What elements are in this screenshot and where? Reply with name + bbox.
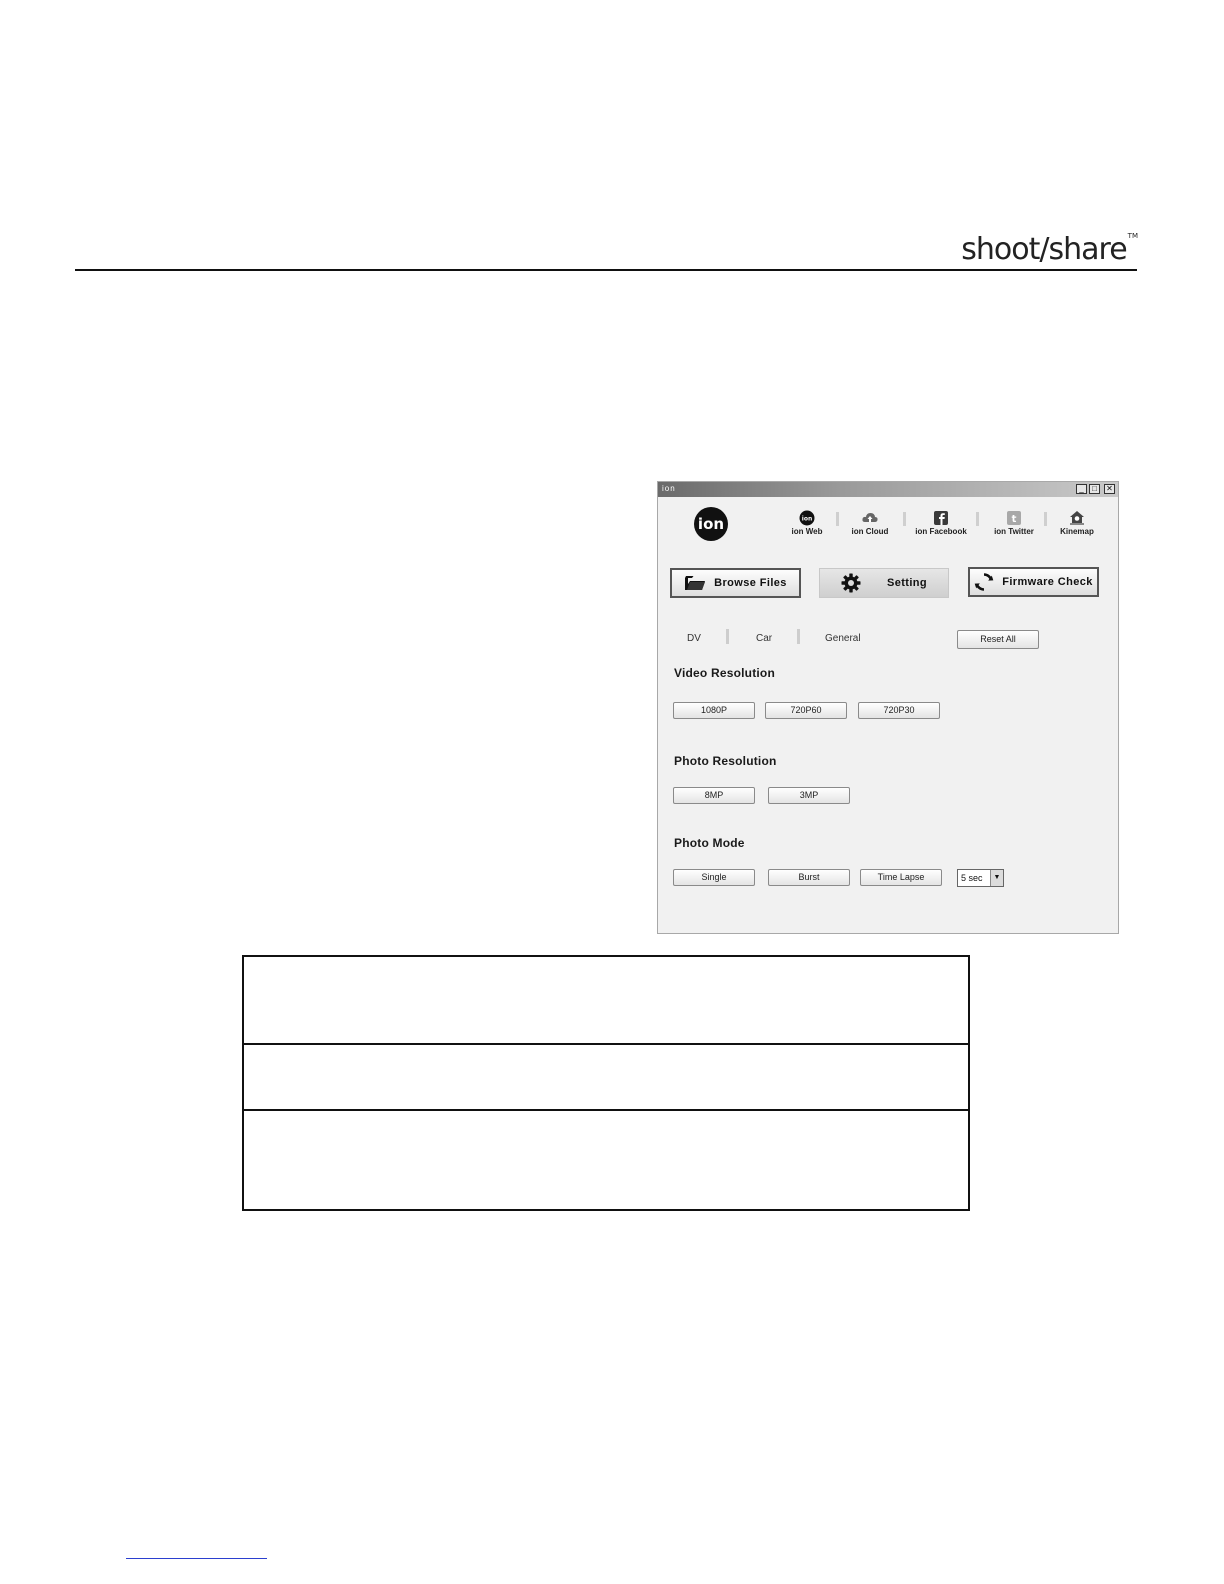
minimize-button[interactable]: _ [1076,484,1087,494]
link-label: Kinemap [1060,527,1094,536]
header-rule [75,269,1137,271]
brand-logo: shoot/shareTM [961,232,1138,267]
firmware-check-button[interactable]: Firmware Check [968,567,1099,597]
tab-separator [726,629,729,644]
app-window: ion _ □ ✕ ion ion ion Web ion Cloud ion … [657,481,1119,934]
folder-icon [685,576,706,590]
kinemap-icon [1070,511,1084,525]
tab-general[interactable]: General [825,633,861,644]
photo-3mp-button[interactable]: 3MP [768,787,850,804]
browse-files-button[interactable]: Browse Files [670,568,801,598]
facebook-icon [934,511,948,525]
resolution-720p30-button[interactable]: 720P30 [858,702,940,719]
resolution-1080p-button[interactable]: 1080P [673,702,755,719]
link-label: ion Twitter [994,527,1034,536]
title-bar[interactable]: ion _ □ ✕ [658,482,1118,497]
footer-link-underline [126,1558,267,1559]
link-label: ion Facebook [915,527,967,536]
link-ion-twitter[interactable]: t ion Twitter [979,510,1049,536]
resolution-720p60-button[interactable]: 720P60 [765,702,847,719]
setting-label: Setting [886,577,928,589]
svg-text:ion: ion [802,516,812,523]
ion-logo: ion [694,507,728,541]
link-label: ion Cloud [851,527,889,536]
link-ion-web[interactable]: ion ion Web [772,510,842,536]
mode-single-button[interactable]: Single [673,869,755,886]
table-row [244,957,968,1045]
video-resolution-heading: Video Resolution [674,666,775,680]
table-row [244,1043,968,1111]
gear-icon [841,573,861,593]
link-label: ion Web [791,527,823,536]
trademark-mark: TM [1127,232,1138,240]
link-ion-cloud[interactable]: ion Cloud [835,510,905,536]
window-title: ion [662,484,676,493]
firmware-check-label: Firmware Check [1002,576,1093,588]
info-table [242,955,970,1211]
interval-select[interactable]: 5 sec ▼ [957,869,1004,887]
photo-mode-heading: Photo Mode [674,836,745,850]
link-kinemap[interactable]: Kinemap [1042,510,1112,536]
tab-dv[interactable]: DV [687,633,701,644]
photo-8mp-button[interactable]: 8MP [673,787,755,804]
cloud-upload-icon [862,513,878,522]
mode-time-lapse-button[interactable]: Time Lapse [860,869,942,886]
setting-button[interactable]: Setting [819,568,949,598]
browse-files-label: Browse Files [714,577,787,589]
link-ion-facebook[interactable]: ion Facebook [906,510,976,536]
svg-text:t: t [1012,514,1017,525]
photo-resolution-heading: Photo Resolution [674,754,777,768]
close-button[interactable]: ✕ [1104,484,1115,494]
twitter-icon: t [1007,511,1021,525]
ion-web-icon: ion [799,510,815,526]
reset-all-button[interactable]: Reset All [957,630,1039,649]
tab-separator [797,629,800,644]
chevron-down-icon[interactable]: ▼ [990,870,1003,886]
tab-car[interactable]: Car [756,633,772,644]
maximize-button[interactable]: □ [1089,484,1100,494]
interval-value: 5 sec [961,873,983,883]
refresh-icon [974,573,994,591]
mode-burst-button[interactable]: Burst [768,869,850,886]
brand-text: shoot/share [961,232,1127,267]
